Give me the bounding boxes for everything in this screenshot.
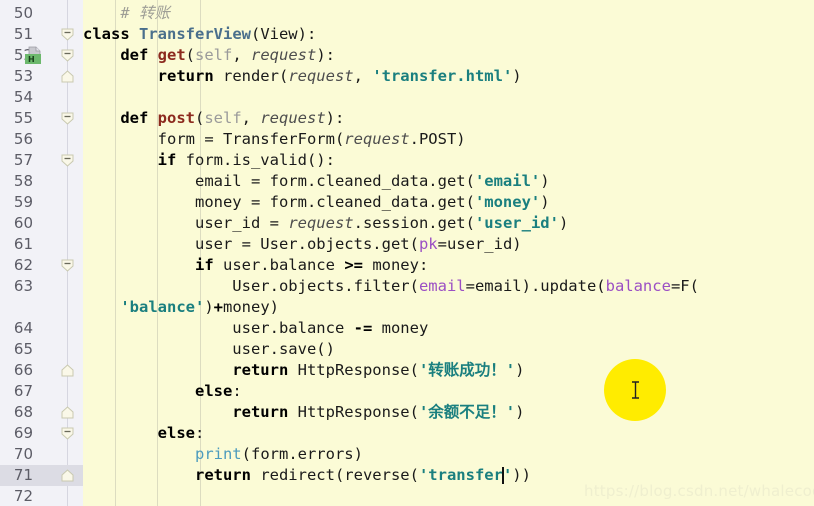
line-number-66[interactable]: 66: [0, 360, 55, 381]
fold-marker-end-68[interactable]: [60, 405, 75, 420]
line-number-71[interactable]: 71: [0, 465, 55, 486]
code-line-54[interactable]: [83, 87, 814, 108]
line-number-69[interactable]: 69: [0, 423, 55, 444]
line-number-70[interactable]: 70: [0, 444, 55, 465]
code-folding-gutter[interactable]: [55, 0, 83, 506]
line-number-56[interactable]: 56: [0, 129, 55, 150]
html-file-badge-icon[interactable]: H: [24, 46, 46, 64]
i-beam-cursor-icon: [631, 381, 640, 399]
code-editor-screenshot: # 转账 class TransferView(View): def get(s…: [0, 0, 814, 506]
code-line-70[interactable]: print(form.errors): [83, 444, 814, 465]
comment-token: # 转账: [83, 4, 170, 22]
line-number-67[interactable]: 67: [0, 381, 55, 402]
line-number-gutter[interactable]: 4950515253545556575859606162636465666768…: [0, 0, 55, 506]
fold-marker-collapse-69[interactable]: [60, 426, 75, 441]
line-number-62[interactable]: 62: [0, 255, 55, 276]
fold-marker-collapse-52[interactable]: [60, 48, 75, 63]
line-number-54[interactable]: 54: [0, 87, 55, 108]
line-number-50[interactable]: 50: [0, 3, 55, 24]
fold-marker-collapse-51[interactable]: [60, 27, 75, 42]
code-line-59[interactable]: money = form.cleaned_data.get('money'): [83, 192, 814, 213]
fold-marker-collapse-62[interactable]: [60, 258, 75, 273]
line-number-55[interactable]: 55: [0, 108, 55, 129]
code-line-68[interactable]: return HttpResponse('余额不足！'): [83, 402, 814, 423]
code-line-58[interactable]: email = form.cleaned_data.get('email'): [83, 171, 814, 192]
line-number-63[interactable]: 63: [0, 276, 55, 297]
line-number-53[interactable]: 53: [0, 66, 55, 87]
line-number-60[interactable]: 60: [0, 213, 55, 234]
code-line-50[interactable]: # 转账: [83, 3, 814, 24]
line-number-57[interactable]: 57: [0, 150, 55, 171]
fold-marker-end-71[interactable]: [60, 468, 75, 483]
code-line-52[interactable]: def get(self, request):: [83, 45, 814, 66]
code-line-63[interactable]: User.objects.filter(email=email).update(…: [83, 276, 814, 297]
code-line-53[interactable]: return render(request, 'transfer.html'): [83, 66, 814, 87]
line-number-61[interactable]: 61: [0, 234, 55, 255]
code-line-55[interactable]: def post(self, request):: [83, 108, 814, 129]
code-line-51[interactable]: class TransferView(View):: [83, 24, 814, 45]
code-line-57[interactable]: if form.is_valid():: [83, 150, 814, 171]
line-number-64[interactable]: 64: [0, 318, 55, 339]
line-number-58[interactable]: 58: [0, 171, 55, 192]
code-line-61[interactable]: user = User.objects.get(pk=user_id): [83, 234, 814, 255]
line-number-51[interactable]: 51: [0, 24, 55, 45]
code-line-64[interactable]: user.balance -= money: [83, 318, 814, 339]
watermark-text: https://blog.csdn.net/whalecode: [584, 482, 814, 500]
code-line-56[interactable]: form = TransferForm(request.POST): [83, 129, 814, 150]
fold-marker-collapse-55[interactable]: [60, 111, 75, 126]
code-line-69[interactable]: else:: [83, 423, 814, 444]
line-number-59[interactable]: 59: [0, 192, 55, 213]
editor-text-area[interactable]: # 转账 class TransferView(View): def get(s…: [83, 0, 814, 506]
code-line-67[interactable]: else:: [83, 381, 814, 402]
code-line-63-wrap[interactable]: 'balance')+money): [83, 297, 814, 318]
fold-marker-end-53[interactable]: [60, 69, 75, 84]
code-line-62[interactable]: if user.balance >= money:: [83, 255, 814, 276]
code-line-65[interactable]: user.save(): [83, 339, 814, 360]
line-number-72[interactable]: 72: [0, 486, 55, 506]
svg-text:H: H: [28, 55, 35, 64]
line-number-68[interactable]: 68: [0, 402, 55, 423]
code-line-66[interactable]: return HttpResponse('转账成功！'): [83, 360, 814, 381]
line-number-65[interactable]: 65: [0, 339, 55, 360]
fold-marker-collapse-57[interactable]: [60, 153, 75, 168]
code-line-60[interactable]: user_id = request.session.get('user_id'): [83, 213, 814, 234]
text-caret: [501, 467, 504, 484]
fold-marker-end-66[interactable]: [60, 363, 75, 378]
